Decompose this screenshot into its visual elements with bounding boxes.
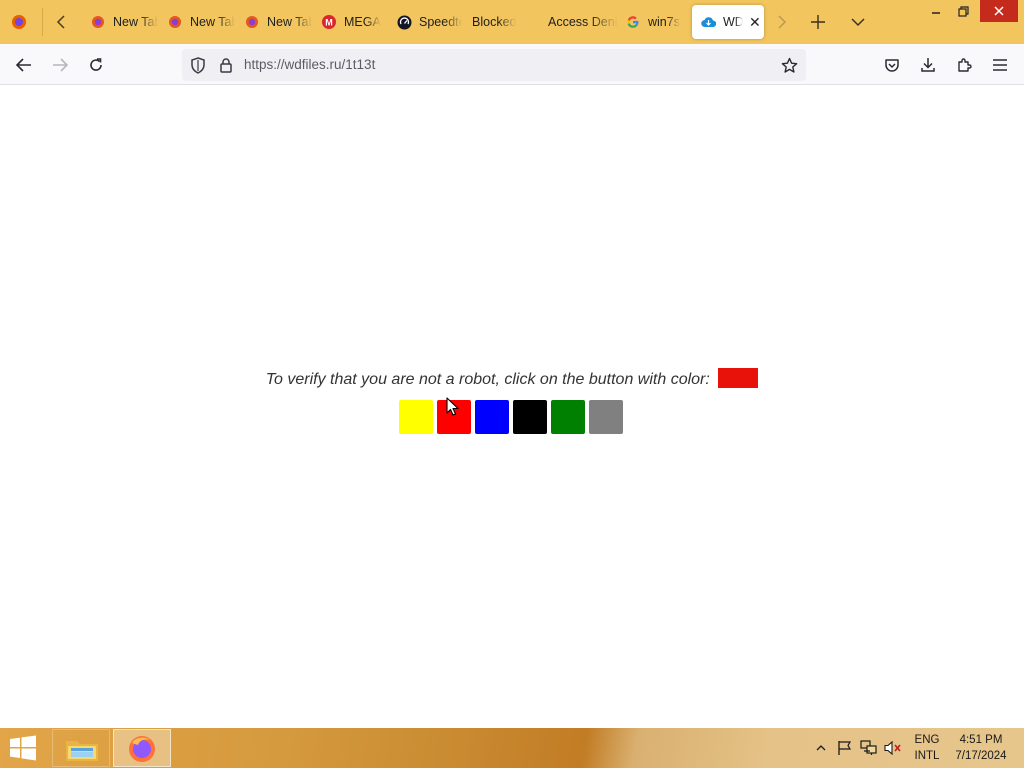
forward-arrow-icon[interactable]	[46, 51, 74, 79]
show-hidden-icons-caret-icon[interactable]	[812, 739, 830, 757]
tab-strip: New Tab New Tab New Tab M MEGA Speedtest…	[0, 0, 1024, 44]
app-menu-hamburger-icon[interactable]	[986, 51, 1014, 79]
url-text[interactable]: https://wdfiles.ru/1t13t	[244, 57, 375, 72]
firefox-icon	[244, 14, 260, 30]
bookmark-star-icon[interactable]	[779, 55, 799, 75]
tab-new-tab-3[interactable]: New Tab	[240, 0, 312, 44]
extensions-puzzle-icon[interactable]	[950, 51, 978, 79]
tab-title: New Tab	[267, 15, 312, 29]
close-tab-icon[interactable]: ✕	[749, 14, 761, 31]
color-button-row	[399, 400, 623, 434]
firefox-taskbar-button[interactable]	[113, 729, 171, 767]
page-content: To verify that you are not a robot, clic…	[0, 85, 1024, 728]
padlock-icon[interactable]	[216, 55, 236, 75]
tab-mega[interactable]: M MEGA	[317, 0, 387, 44]
firefox-icon	[90, 14, 106, 30]
tab-title: New Tab	[113, 15, 158, 29]
firefox-view-icon[interactable]	[4, 0, 34, 44]
tab-speedtest[interactable]: Speedtest	[392, 0, 462, 44]
network-icon[interactable]	[860, 739, 878, 757]
pocket-icon[interactable]	[878, 51, 906, 79]
downloads-icon[interactable]	[914, 51, 942, 79]
list-all-tabs-chevron-icon[interactable]	[844, 0, 872, 44]
tab-title: Access Denied	[548, 15, 618, 29]
tab-title: win7s	[648, 15, 680, 29]
scroll-tabs-right-icon[interactable]	[770, 0, 794, 44]
restore-window-icon[interactable]	[950, 0, 976, 22]
tab-title: New Tab	[190, 15, 235, 29]
cloud-icon	[700, 14, 716, 30]
tab-title: MEGA	[344, 15, 381, 29]
tab-google-search[interactable]: win7s	[621, 0, 687, 44]
tab-divider	[42, 8, 43, 36]
tab-access-denied[interactable]: Access Denied	[544, 0, 618, 44]
new-tab-plus-icon[interactable]	[804, 0, 832, 44]
target-color-swatch	[718, 368, 759, 388]
tracking-protection-shield-icon[interactable]	[188, 55, 208, 75]
mega-icon: M	[321, 14, 337, 30]
clock-date: 7/17/2024	[955, 750, 1007, 762]
tab-new-tab-2[interactable]: New Tab	[163, 0, 235, 44]
language-code: ENG	[914, 734, 940, 746]
color-button-yellow[interactable]	[399, 400, 433, 434]
color-button-green[interactable]	[551, 400, 585, 434]
tab-blocked[interactable]: Blocked	[468, 0, 542, 44]
speedtest-icon	[396, 14, 412, 30]
tab-wdfiles-active[interactable]: WDFiles ✕	[692, 5, 764, 39]
tab-title: Speedtest	[419, 15, 462, 29]
file-explorer-taskbar-button[interactable]	[52, 729, 110, 767]
svg-text:M: M	[325, 18, 333, 28]
file-explorer-icon	[66, 741, 98, 761]
captcha-prompt: To verify that you are not a robot, clic…	[0, 368, 1024, 389]
color-button-blue[interactable]	[475, 400, 509, 434]
captcha-instruction-text: To verify that you are not a robot, clic…	[265, 371, 710, 388]
google-icon	[625, 14, 641, 30]
back-arrow-icon[interactable]	[10, 51, 38, 79]
windows-taskbar: ENG INTL 4:51 PM 7/17/2024	[0, 728, 1024, 768]
action-center-flag-icon[interactable]	[836, 739, 854, 757]
clock-time: 4:51 PM	[959, 734, 1003, 746]
url-bar[interactable]: https://wdfiles.ru/1t13t	[182, 49, 806, 81]
input-language-indicator[interactable]: ENG INTL	[908, 732, 946, 764]
color-button-black[interactable]	[513, 400, 547, 434]
scroll-tabs-left-icon[interactable]	[48, 0, 74, 44]
tab-title: Blocked	[472, 15, 517, 29]
mouse-cursor-icon	[446, 397, 459, 416]
minimize-window-icon[interactable]	[922, 0, 950, 22]
color-button-gray[interactable]	[589, 400, 623, 434]
firefox-icon	[167, 14, 183, 30]
firefox-icon	[129, 736, 155, 762]
clock[interactable]: 4:51 PM 7/17/2024	[948, 732, 1014, 764]
volume-muted-icon[interactable]	[884, 739, 902, 757]
tab-title: WDFiles	[723, 15, 743, 29]
close-window-icon[interactable]	[980, 0, 1018, 22]
navigation-toolbar: https://wdfiles.ru/1t13t	[0, 44, 1024, 85]
windows-start-icon[interactable]	[8, 734, 40, 764]
tab-new-tab-1[interactable]: New Tab	[86, 0, 158, 44]
reload-icon[interactable]	[82, 51, 110, 79]
keyboard-layout: INTL	[914, 750, 940, 762]
